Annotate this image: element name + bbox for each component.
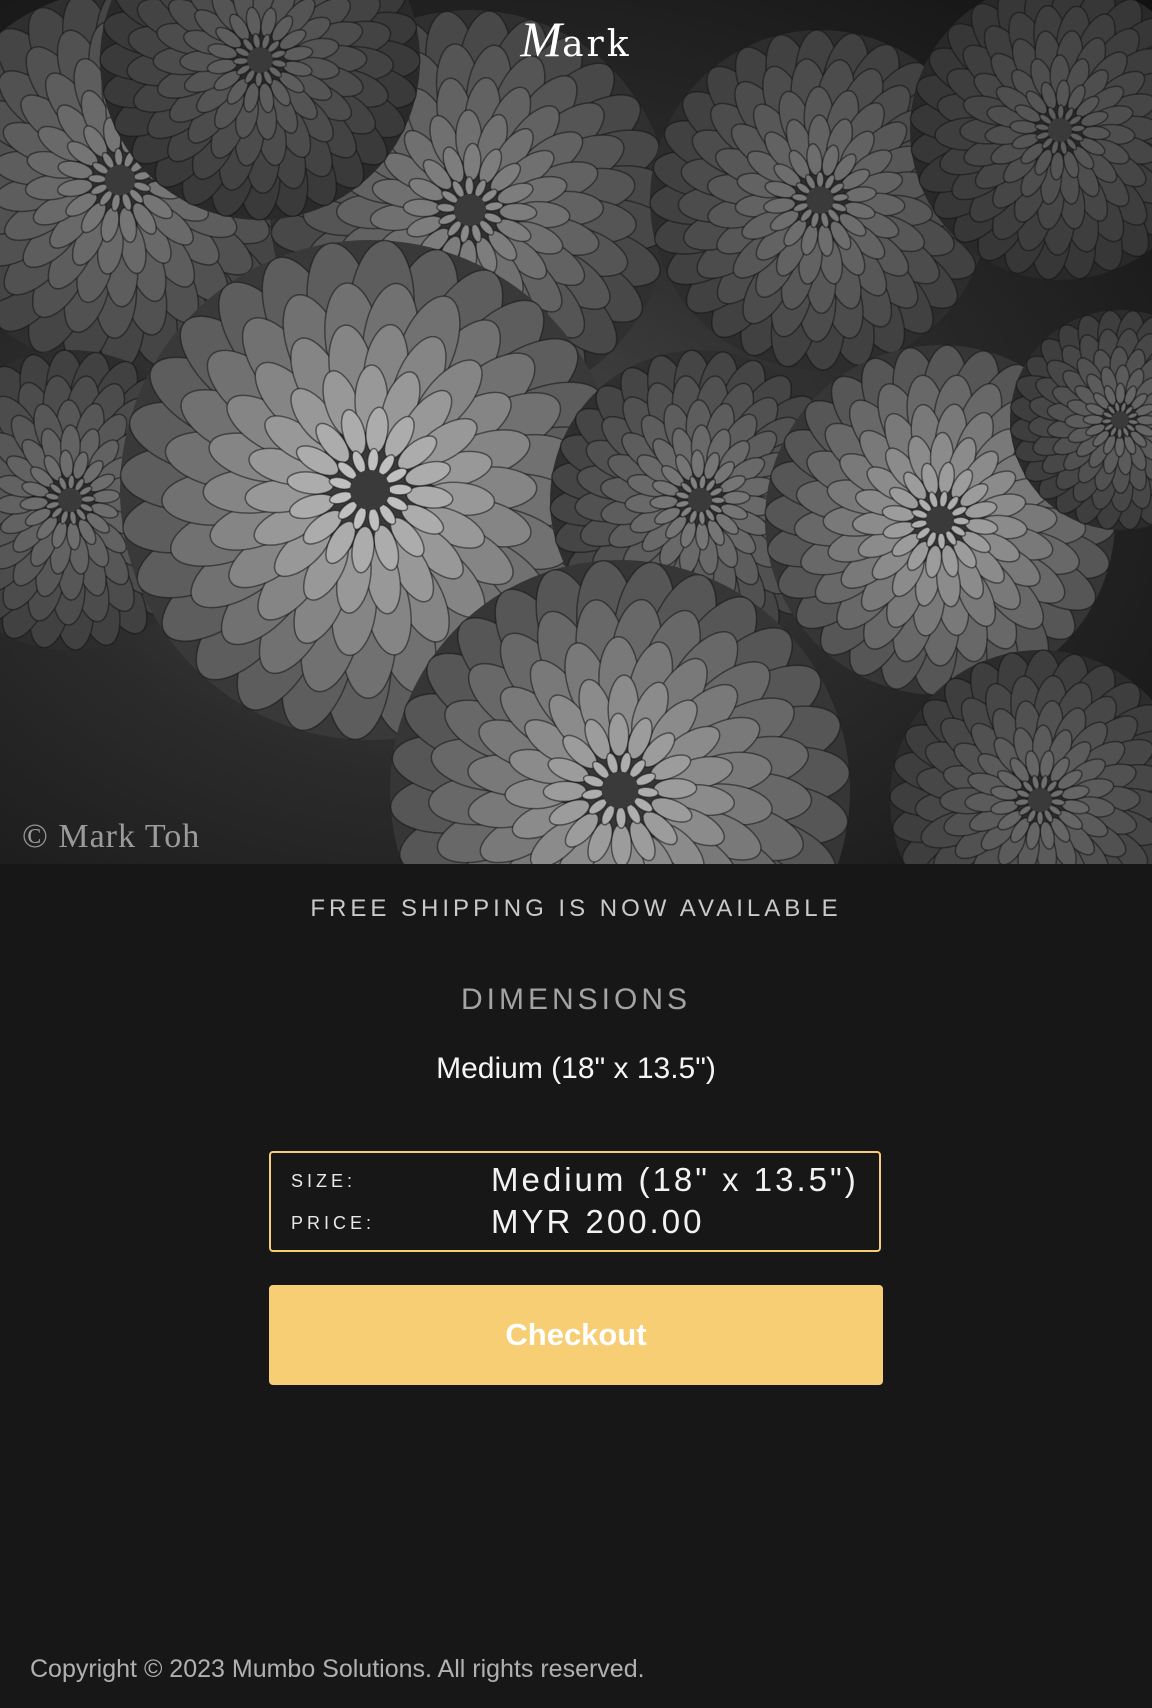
brand-logo[interactable]: Mark [0,10,1152,68]
dimensions-heading: DIMENSIONS [460,983,692,1016]
shipping-notice: FREE SHIPPING IS NOW AVAILABLE [310,895,842,922]
summary-size-row: SIZE: Medium (18" x 13.5") [291,1161,859,1201]
brand-initial: M [520,11,563,67]
size-value: Medium (18" x 13.5") [491,1161,859,1198]
summary-price-row: PRICE: MYR 200.00 [291,1203,859,1243]
footer-copyright: Copyright © 2023 Mumbo Solutions. All ri… [30,1655,645,1683]
order-summary-box: SIZE: Medium (18" x 13.5") PRICE: MYR 20… [269,1151,881,1252]
price-value: MYR 200.00 [491,1203,705,1240]
product-page: Mark © Mark Toh FREE SHIPPING IS NOW AVA… [0,0,1152,1708]
checkout-button[interactable]: Checkout [269,1285,883,1385]
selected-dimension[interactable]: Medium (18" x 13.5") [0,1052,1152,1086]
flower-image [0,0,1152,864]
price-label: PRICE: [291,1213,376,1233]
size-label: SIZE: [291,1171,357,1191]
hero-photo: Mark © Mark Toh [0,0,1152,864]
brand-rest: ark [562,24,632,65]
photo-watermark: © Mark Toh [22,818,201,855]
